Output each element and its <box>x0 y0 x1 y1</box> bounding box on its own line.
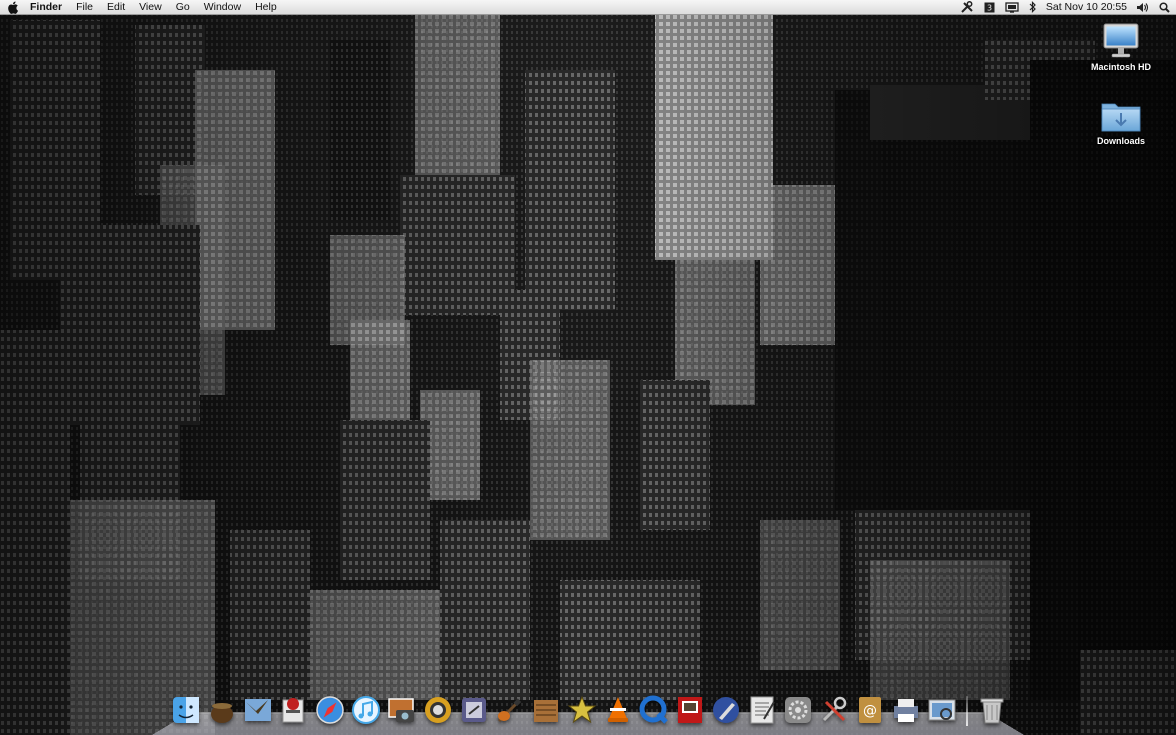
desktop-icon-label: Downloads <box>1096 136 1145 146</box>
menu-bar: Finder File Edit View Go Window Help 3 S… <box>0 0 1176 15</box>
svg-text:@: @ <box>863 703 877 719</box>
photobooth-icon <box>678 697 702 723</box>
dock-item-cauldron[interactable] <box>206 694 238 726</box>
svg-text:3: 3 <box>987 3 992 12</box>
dock-item-pen-tool[interactable] <box>710 694 742 726</box>
guitar-icon <box>497 698 522 723</box>
dock-separator <box>966 696 968 726</box>
volume-icon[interactable] <box>1131 0 1154 15</box>
dock-item-print-center[interactable] <box>890 694 922 726</box>
dock: @ <box>170 686 1008 726</box>
dock-item-magnifier[interactable] <box>422 694 454 726</box>
dock-item-mail[interactable] <box>242 694 274 726</box>
cauldron-icon <box>211 703 233 723</box>
script-icon <box>462 698 486 722</box>
finder-icon <box>173 697 199 723</box>
dock-item-address-book[interactable]: @ <box>854 694 886 726</box>
menu-clock[interactable]: Sat Nov 10 20:55 <box>1042 0 1131 15</box>
menu-window[interactable]: Window <box>197 0 248 15</box>
dock-item-preview[interactable] <box>926 694 958 726</box>
dock-item-finder[interactable] <box>170 694 202 726</box>
star-icon <box>567 695 597 724</box>
safari-icon <box>316 696 344 724</box>
dock-item-trash[interactable] <box>976 694 1008 726</box>
apple-icon[interactable] <box>0 0 26 15</box>
dock-item-photo-booth[interactable] <box>674 694 706 726</box>
menu-help[interactable]: Help <box>248 0 284 15</box>
mail-icon <box>245 699 271 721</box>
menu-edit[interactable]: Edit <box>100 0 132 15</box>
dock-item-utility[interactable] <box>278 694 310 726</box>
folder-icon <box>1101 103 1141 132</box>
dock-item-system-preferences[interactable] <box>782 694 814 726</box>
trash-icon <box>980 698 1004 724</box>
menu-go[interactable]: Go <box>169 0 197 15</box>
dock-item-safari[interactable] <box>314 694 346 726</box>
dock-item-notes[interactable] <box>530 694 562 726</box>
vlc-icon <box>608 697 628 722</box>
dock-item-star[interactable] <box>566 694 598 726</box>
iphoto-icon <box>388 698 414 722</box>
menu-file[interactable]: File <box>69 0 100 15</box>
quicktime-icon <box>639 695 668 724</box>
spaces-icon[interactable]: 3 <box>979 0 1000 15</box>
desktop-icon-label: Macintosh HD <box>1090 62 1151 72</box>
dock-item-quicktime[interactable] <box>638 694 670 726</box>
textedit-icon <box>750 696 775 724</box>
printer-icon <box>894 699 918 722</box>
menu-app-finder[interactable]: Finder <box>26 0 69 15</box>
bluetooth-icon[interactable] <box>1024 0 1042 15</box>
dock-item-iphoto[interactable] <box>386 694 418 726</box>
hard-drive-icon <box>1103 23 1139 58</box>
tools-icon <box>822 696 847 722</box>
menu-view[interactable]: View <box>132 0 169 15</box>
preview-icon <box>928 699 956 721</box>
dock-item-textedit[interactable] <box>746 694 778 726</box>
spotlight-icon[interactable] <box>1154 0 1176 15</box>
dock-item-itunes[interactable] <box>350 694 382 726</box>
dock-item-script-editor[interactable] <box>458 694 490 726</box>
tools-icon[interactable] <box>956 0 979 15</box>
dock-item-vlc[interactable] <box>602 694 634 726</box>
desktop-icon-macintosh-hd[interactable]: Macintosh HD <box>1081 22 1161 72</box>
address-book-icon: @ <box>859 697 881 723</box>
notes-icon <box>534 700 558 722</box>
display-icon[interactable] <box>1000 0 1024 15</box>
itunes-icon <box>352 696 380 724</box>
desktop-wallpaper <box>0 0 1176 735</box>
app-icon <box>282 698 304 723</box>
system-preferences-icon <box>785 697 811 723</box>
dock-item-utilities[interactable] <box>818 694 850 726</box>
dock-item-garageband[interactable] <box>494 694 526 726</box>
desktop-icon-downloads[interactable]: Downloads <box>1081 98 1161 146</box>
pen-icon <box>713 697 739 723</box>
magnifier-icon <box>425 697 451 723</box>
